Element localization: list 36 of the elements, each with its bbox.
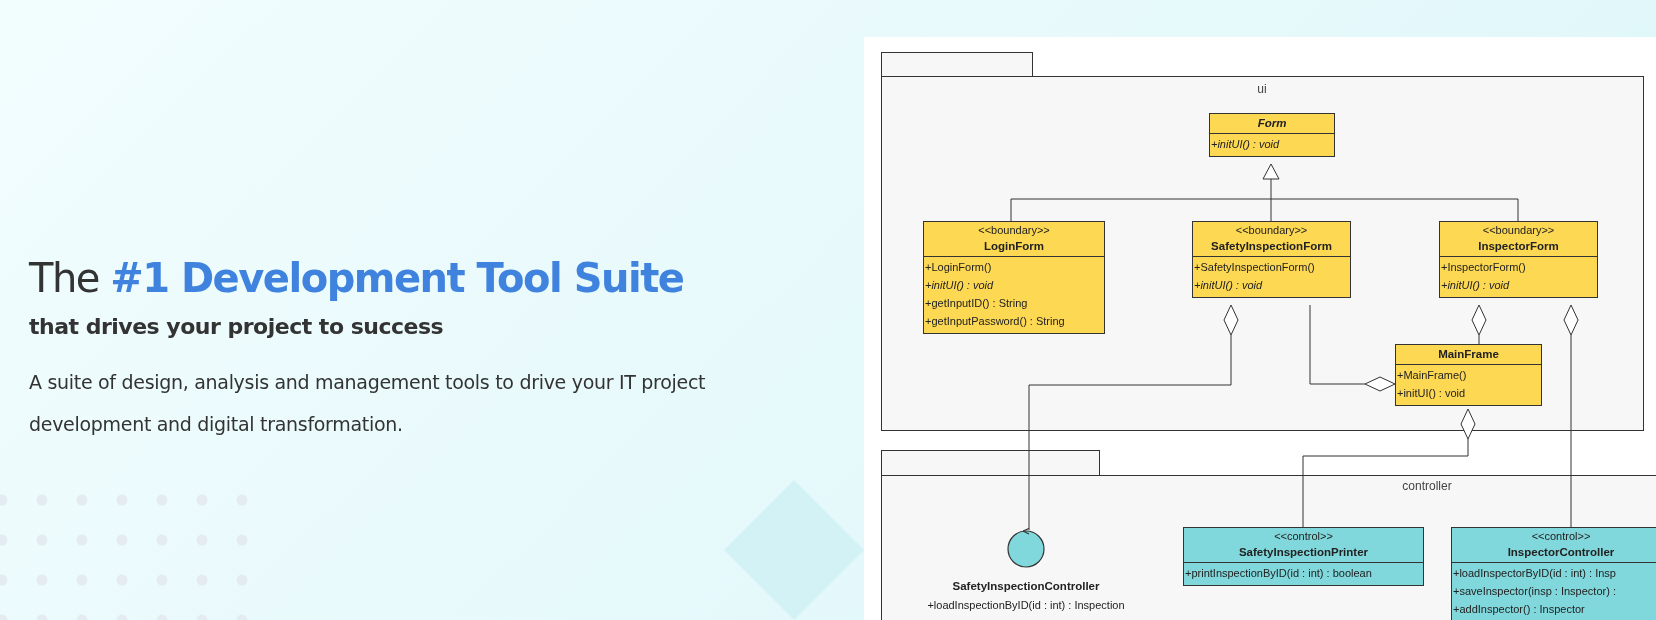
headline-text: The — [29, 255, 99, 301]
stereotype-label: <<control>> — [1531, 529, 1591, 544]
stereotype-label: <<control>> — [1274, 529, 1333, 544]
stereotype-label: <<boundary>> — [978, 223, 1050, 238]
method-text: +initUI() : void — [1194, 278, 1264, 293]
class-name: InspectorForm — [1478, 239, 1559, 254]
method-text: +printInspectionByID(id : int) : boolean — [1185, 566, 1373, 581]
method-text: +getInputPassword() : String — [925, 314, 1066, 329]
class-name: SafetyInspectionForm — [1211, 239, 1332, 254]
class-name: InspectorController — [1507, 545, 1615, 560]
control-circle-icon — [1005, 528, 1047, 570]
method-text: +loadInspectorByID(id : int) : Insp — [1453, 566, 1617, 581]
method-text: +SafetyInspectionForm() — [1194, 260, 1316, 275]
method-text: +addInspector() : Inspector — [1453, 602, 1586, 617]
class-name: MainFrame — [1438, 347, 1499, 362]
method-text: +initUI() : void — [1211, 137, 1281, 152]
method-text: +initUI() : void — [925, 278, 995, 293]
class-name: Form — [1257, 116, 1287, 131]
class-name: SafetyInspectionPrinter — [1238, 545, 1369, 560]
stereotype-label: <<boundary>> — [1235, 223, 1308, 238]
description-paragraph: A suite of design, analysis and management tools to drive your IT project development and digital transformation. — [29, 370, 707, 437]
stereotype-label: <<boundary>> — [1482, 223, 1555, 238]
method-text: +initUI() : void — [1397, 386, 1467, 401]
package-name: controller — [1402, 479, 1452, 493]
method-text: +initUI() : void — [1441, 278, 1511, 293]
method-text: +LoginForm() — [925, 260, 993, 275]
headline-highlight: #1 Development Tool Suite — [110, 255, 684, 301]
method-text: +loadInspectionByID(id : int) : Inspection — [927, 599, 1125, 611]
method-text: +getInputID() : String — [925, 296, 1029, 311]
package-name: ui — [1257, 82, 1267, 96]
method-text: +InspectorForm() — [1441, 260, 1527, 275]
method-text: +MainFrame() — [1397, 368, 1468, 383]
class-name: LoginForm — [983, 239, 1044, 254]
class-name: SafetyInspectionController — [952, 580, 1100, 592]
subheadline: that drives your project to success — [29, 314, 445, 339]
method-text: +saveInspector(insp : Inspector) : — [1453, 584, 1617, 599]
